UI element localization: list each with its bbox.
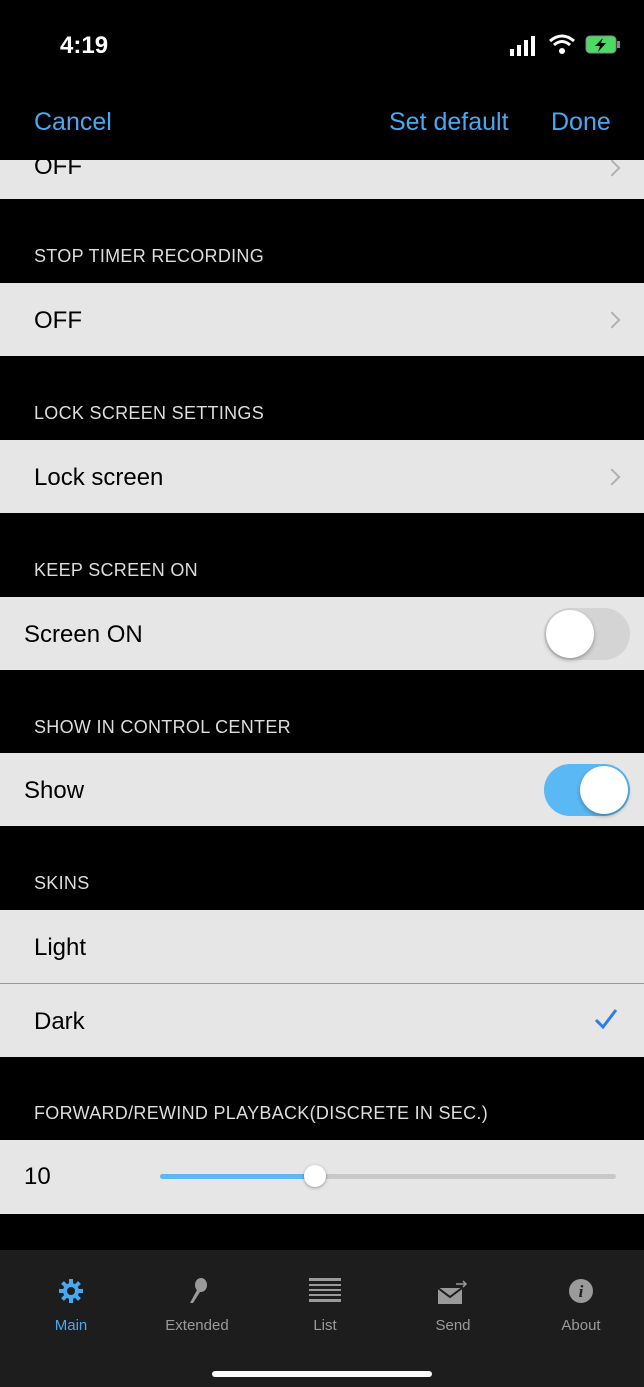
toggle-knob bbox=[580, 766, 628, 814]
stop-timer-value: OFF bbox=[34, 307, 82, 334]
skin-option-light[interactable]: Light bbox=[0, 910, 644, 983]
screen-on-toggle[interactable] bbox=[544, 608, 630, 660]
cellular-signal-icon bbox=[510, 36, 535, 56]
tab-about[interactable]: i About bbox=[521, 1278, 641, 1334]
stop-timer-row[interactable]: OFF bbox=[0, 283, 644, 356]
show-row: Show bbox=[0, 753, 644, 826]
playback-value: 10 bbox=[24, 1163, 51, 1190]
tab-label: Send bbox=[435, 1317, 471, 1334]
tab-bar: Main Extended List Send i About bbox=[0, 1250, 644, 1387]
stop-timer-header: STOP TIMER RECORDING bbox=[34, 246, 265, 266]
tab-label: List bbox=[313, 1317, 337, 1334]
tab-list[interactable]: List bbox=[265, 1278, 385, 1334]
lock-screen-row[interactable]: Lock screen bbox=[0, 440, 644, 513]
tab-label: Extended bbox=[165, 1317, 229, 1334]
chevron-right-icon bbox=[603, 160, 621, 177]
playback-header: FORWARD/REWIND PLAYBACK(DISCRETE IN SEC.… bbox=[34, 1103, 489, 1123]
chevron-right-icon bbox=[603, 468, 621, 486]
keep-screen-header: KEEP SCREEN ON bbox=[34, 560, 198, 580]
done-button[interactable]: Done bbox=[551, 108, 611, 137]
checkmark-icon bbox=[594, 1009, 618, 1030]
screen-on-label: Screen ON bbox=[24, 621, 143, 648]
control-center-header: SHOW IN CONTROL CENTER bbox=[34, 717, 291, 737]
tab-label: Main bbox=[54, 1317, 88, 1334]
slider-fill bbox=[160, 1174, 316, 1179]
tab-extended[interactable]: Extended bbox=[137, 1278, 257, 1334]
status-bar: 4:19 bbox=[0, 0, 644, 90]
svg-text:i: i bbox=[579, 1282, 584, 1301]
toggle-knob bbox=[546, 610, 594, 658]
playback-row: 10 bbox=[0, 1140, 644, 1214]
partial-row-value: OFF bbox=[34, 160, 82, 180]
tab-main[interactable]: Main bbox=[11, 1278, 131, 1334]
tab-send[interactable]: Send bbox=[393, 1278, 513, 1334]
skin-option-dark[interactable]: Dark bbox=[0, 984, 644, 1057]
partial-settings-row[interactable]: OFF bbox=[0, 160, 644, 199]
show-toggle[interactable] bbox=[544, 764, 630, 816]
list-icon bbox=[309, 1278, 341, 1302]
slider-thumb[interactable] bbox=[304, 1165, 327, 1187]
playback-slider[interactable] bbox=[160, 1165, 616, 1187]
navigation-bar: Cancel Set default Done bbox=[0, 90, 644, 160]
send-envelope-icon bbox=[437, 1280, 468, 1304]
set-default-button[interactable]: Set default bbox=[389, 108, 509, 137]
chevron-right-icon bbox=[603, 311, 621, 329]
info-icon: i bbox=[569, 1279, 593, 1303]
skin-light-label: Light bbox=[34, 934, 87, 961]
tab-label: About bbox=[561, 1317, 601, 1334]
skin-dark-label: Dark bbox=[34, 1008, 85, 1035]
status-time: 4:19 bbox=[60, 32, 109, 59]
gear-icon bbox=[59, 1279, 83, 1303]
skins-header: SKINS bbox=[34, 873, 90, 893]
home-indicator bbox=[212, 1371, 432, 1377]
lock-screen-value: Lock screen bbox=[34, 464, 164, 491]
microphone-icon bbox=[190, 1278, 207, 1303]
lock-screen-header: LOCK SCREEN SETTINGS bbox=[34, 403, 265, 423]
screen-on-row: Screen ON bbox=[0, 597, 644, 670]
wifi-icon bbox=[549, 34, 575, 54]
battery-charging-icon bbox=[585, 35, 620, 54]
show-label: Show bbox=[24, 777, 85, 804]
cancel-button[interactable]: Cancel bbox=[34, 108, 112, 137]
